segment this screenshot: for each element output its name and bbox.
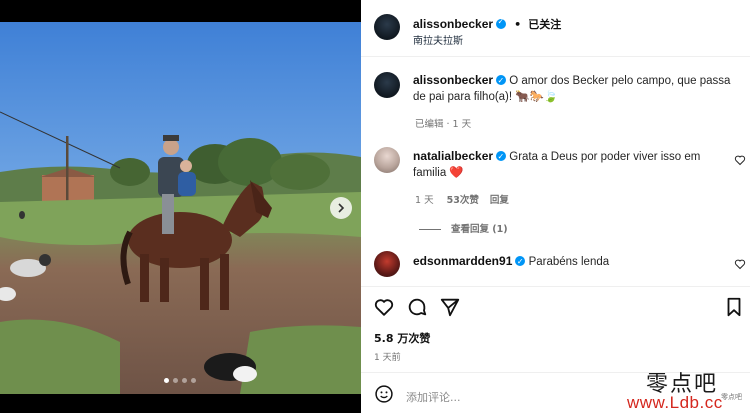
post-photo[interactable] (0, 22, 361, 394)
carousel-dot (182, 378, 187, 383)
comment-username[interactable]: edsonmardden91 (413, 254, 512, 268)
carousel-dot (173, 378, 178, 383)
share-icon[interactable] (439, 296, 461, 318)
chevron-right-icon (338, 203, 345, 213)
caption-username[interactable]: alissonbecker (413, 73, 493, 87)
comment-time: 1 天 (415, 195, 434, 206)
reply-line-divider (419, 229, 441, 230)
comment: edsonmardden91 Parabéns lenda (413, 253, 723, 270)
watermark-url: www.Ldb.cc (627, 393, 723, 412)
carousel-dots (164, 378, 196, 383)
verified-badge-icon (496, 17, 507, 29)
verified-badge-icon (496, 73, 507, 89)
post-header: alissonbecker • 已关注 南拉夫拉斯 (361, 0, 750, 57)
author-username[interactable]: alissonbecker (413, 17, 493, 31)
watermark-small-text: 零点吧 (721, 393, 742, 401)
comment-meta: 1 天 53次赞 回复 (415, 192, 509, 206)
comment-likes[interactable]: 53次赞 (447, 195, 479, 206)
caption: alissonbecker O amor dos Becker pelo cam… (413, 72, 733, 105)
dot-separator: • (514, 18, 522, 31)
heart-icon[interactable] (373, 296, 395, 318)
caption-avatar[interactable] (374, 72, 400, 98)
comment-icon[interactable] (406, 296, 428, 318)
bookmark-icon[interactable] (723, 296, 745, 318)
verified-badge-icon (496, 149, 507, 165)
carousel-dot (164, 378, 169, 383)
comment-reply-button[interactable]: 回复 (490, 195, 509, 206)
author-line: alissonbecker • 已关注 (413, 13, 561, 32)
like-count[interactable]: 5.8 万次赞 (374, 330, 430, 346)
comment-text: Parabéns lenda (528, 256, 610, 268)
view-replies-label: 查看回复 (1) (451, 224, 508, 235)
comment-avatar[interactable] (374, 251, 400, 277)
carousel-next-button[interactable] (330, 197, 352, 219)
comment-avatar[interactable] (374, 147, 400, 173)
carousel-dot (191, 378, 196, 383)
view-replies-button[interactable]: 查看回复 (1) (419, 221, 508, 235)
comment-input[interactable]: 添加评论... (406, 389, 461, 405)
comment-username[interactable]: natalialbecker (413, 149, 493, 163)
verified-badge-icon (515, 254, 526, 270)
post-details-panel: alissonbecker • 已关注 南拉夫拉斯 alissonbecker … (361, 0, 750, 413)
comment: natalialbecker Grata a Deus por poder vi… (413, 148, 723, 181)
media-bottom-strip (0, 394, 361, 413)
following-button[interactable]: 已关注 (528, 18, 561, 31)
author-avatar[interactable] (374, 14, 400, 40)
post-media (0, 0, 361, 413)
post-time: 1 天前 (374, 353, 401, 363)
emoji-icon[interactable] (374, 384, 394, 404)
caption-meta: 已编辑 · 1 天 (415, 119, 472, 130)
comment-like-heart-icon[interactable] (734, 154, 746, 166)
location-link[interactable]: 南拉夫拉斯 (413, 32, 463, 47)
media-top-strip (0, 0, 361, 22)
comment-like-heart-icon[interactable] (734, 258, 746, 270)
